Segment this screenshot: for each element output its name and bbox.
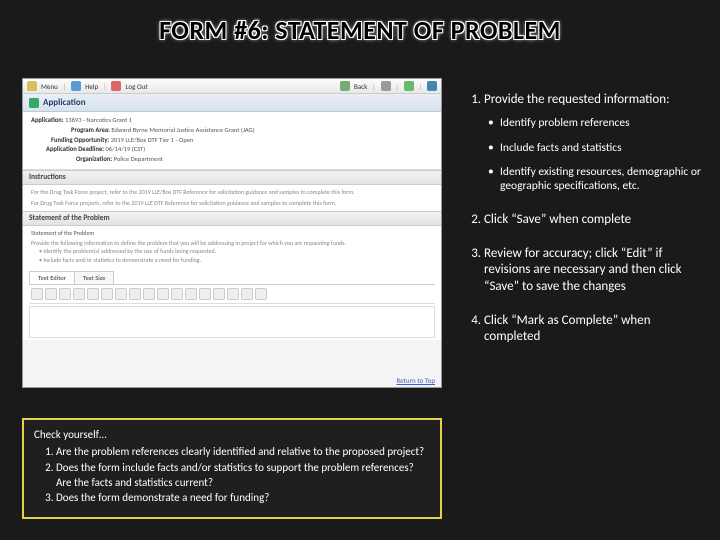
instructions-header: Instructions [23,170,441,185]
check-yourself-box: Check yourself… Are the problem referenc… [22,418,442,519]
tab-text-size[interactable]: Text Size [74,271,114,284]
program-label: Program Area: [71,126,110,134]
instructions-line-1: For the Drug Task Force project, refer t… [31,188,433,196]
save-icon [427,81,437,91]
app-header-label: Application [43,97,86,108]
align-right-icon[interactable] [101,288,113,300]
redo-icon[interactable] [227,288,239,300]
embedded-screenshot: Menu | Help | Log Out Back | | | Applica… [22,78,442,388]
indent-icon[interactable] [143,288,155,300]
logout-link[interactable]: Log Out [125,82,147,91]
statement-help-3: Include facts and/or statistics to demon… [43,256,201,264]
check-yourself-list: Are the problem references clearly ident… [34,445,430,506]
step-2: Click “Save” when complete [484,212,702,228]
check-item: Are the problem references clearly ident… [56,445,430,460]
help-link[interactable]: Help [85,82,98,91]
undo-icon[interactable] [213,288,225,300]
instructions-line-2: For Drug Task Force projects, refer to t… [31,199,433,207]
editor-canvas[interactable] [29,306,435,338]
color-icon[interactable] [241,288,253,300]
step-1-bullet: Include facts and statistics [486,141,702,155]
org-label: Organization: [76,155,112,163]
italic-icon[interactable] [45,288,57,300]
step-1-bullets: Identify problem references Include fact… [484,116,702,194]
funding-label: Funding Opportunity: [51,136,109,144]
underline-icon[interactable] [59,288,71,300]
bold-icon[interactable] [31,288,43,300]
program-value: Edward Byrne Memorial Justice Assistance… [111,126,254,134]
step-1-bullet: Identify existing resources, demographic… [486,165,702,194]
return-to-top-link[interactable]: Return to Top [396,376,435,385]
statement-help-1: Provide the following information to def… [31,239,433,247]
list-icon[interactable] [115,288,127,300]
add-icon [404,81,414,91]
statement-header: Statement of the Problem [23,211,441,226]
check-item: Does the form demonstrate a need for fun… [56,491,430,506]
org-value: Police Department [114,155,163,163]
logout-icon [111,81,121,91]
step-1-text: Provide the requested information: [484,92,670,107]
numbered-list-icon[interactable] [129,288,141,300]
instructions-body: For the Drug Task Force project, refer t… [23,185,441,211]
funding-value: 2019 LLE/Box DTF Tier 1 - Open [111,136,194,144]
statement-sub: Statement of the Problem [31,229,433,237]
step-4: Click “Mark as Complete” when completed [484,313,702,346]
editor-area: Text Editor Text Size [23,267,441,340]
check-yourself-lead: Check yourself… [34,428,430,443]
deadline-label: Application Deadline: [46,145,104,153]
link-icon[interactable] [171,288,183,300]
check-item: Does the form include facts and/or stati… [56,461,430,491]
info-block: Application: 13693 - Narcotics Grant 1 P… [23,112,441,170]
step-1-bullet: Identify problem references [486,116,702,130]
instruction-steps: Provide the requested information: Ident… [462,92,702,363]
tab-text-editor[interactable]: Text Editor [29,271,75,284]
editor-toolbar [29,285,435,304]
step-3: Review for accuracy; click “Edit” if rev… [484,246,702,295]
editor-tabs: Text Editor Text Size [29,271,435,285]
app-value: 13693 - Narcotics Grant 1 [65,116,132,124]
table-icon[interactable] [199,288,211,300]
back-link[interactable]: Back [354,82,367,91]
statement-help-2: Identify the problem(s) addressed by the… [43,247,216,255]
app-header: Application [23,94,441,112]
image-icon[interactable] [185,288,197,300]
print-icon [381,81,391,91]
menu-link[interactable]: Menu [41,82,58,91]
deadline-value: 06/14/19 (CST) [106,145,146,153]
outdent-icon[interactable] [157,288,169,300]
more-icon[interactable] [255,288,267,300]
align-center-icon[interactable] [87,288,99,300]
statement-body: Statement of the Problem Provide the fol… [23,226,441,268]
step-1: Provide the requested information: Ident… [484,92,702,194]
back-icon [340,81,350,91]
align-left-icon[interactable] [73,288,85,300]
app-label: Application: [31,116,64,124]
app-header-icon [29,98,39,108]
help-icon [71,81,81,91]
slide-title: FORM #6: STATEMENT OF PROBLEM [0,14,720,46]
app-toolbar: Menu | Help | Log Out Back | | | [23,79,441,94]
menu-icon [27,81,37,91]
